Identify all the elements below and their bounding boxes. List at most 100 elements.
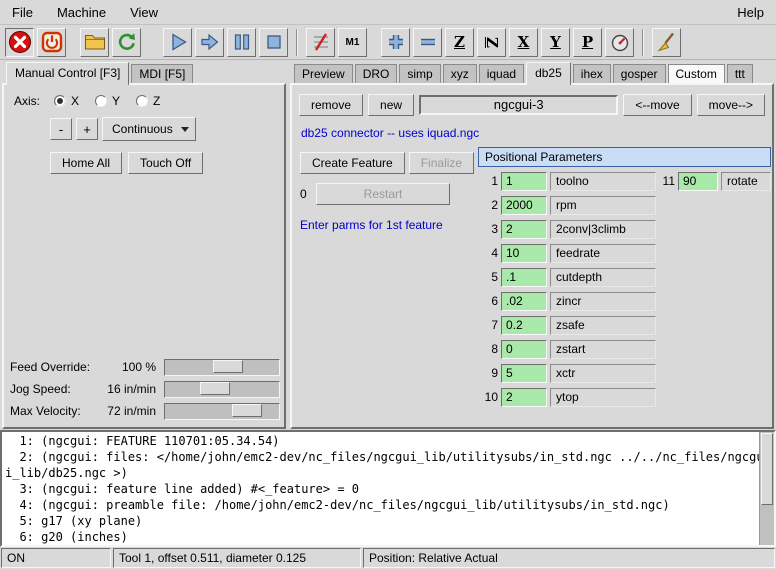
jog-mode-dropdown[interactable]: Continuous: [102, 117, 196, 141]
view-front-button[interactable]: X: [509, 28, 538, 57]
view-top-rotated-z-icon: Z: [484, 37, 499, 48]
radio-indicator-icon: [136, 95, 148, 107]
param-value-entry[interactable]: .02: [501, 292, 547, 311]
step-button[interactable]: [195, 28, 224, 57]
param-row: 322conv|3climb: [478, 217, 771, 241]
chevron-down-icon: [181, 127, 189, 132]
run-button[interactable]: [163, 28, 192, 57]
param-number: 9: [478, 366, 498, 380]
block-delete-button[interactable]: [306, 28, 335, 57]
stop-icon: [262, 30, 286, 54]
remove-button[interactable]: remove: [299, 94, 363, 116]
estop-button[interactable]: [5, 28, 34, 57]
play-icon: [166, 30, 190, 54]
zoom-out-button[interactable]: [413, 28, 442, 57]
move-right-button[interactable]: move-->: [697, 94, 765, 116]
log-line: 5: g17 (xy plane): [5, 513, 756, 529]
jog-minus-button[interactable]: -: [50, 118, 72, 140]
feed-override-slider[interactable]: [164, 359, 280, 376]
max-velocity-slider[interactable]: [164, 403, 280, 420]
right-tab-row: PreviewDROsimpxyziquaddb25ihexgosperCust…: [290, 61, 774, 83]
machine-state-status: ON: [1, 548, 111, 568]
param-number: 7: [478, 318, 498, 332]
optional-stop-button[interactable]: M1: [338, 28, 367, 57]
jog-mode-value: Continuous: [112, 122, 173, 136]
pause-button[interactable]: [227, 28, 256, 57]
slider-thumb[interactable]: [213, 360, 243, 373]
param-name-label: ytop: [550, 388, 656, 407]
axis-radio-z[interactable]: Z: [136, 94, 160, 108]
slider-thumb[interactable]: [200, 382, 230, 395]
restart-button[interactable]: Restart: [316, 183, 450, 205]
log-scrollbar[interactable]: [759, 432, 774, 545]
toolbar-separator: [296, 29, 298, 56]
feature-counter: 0: [300, 187, 310, 201]
tab-db25[interactable]: db25: [526, 62, 571, 85]
menu-help[interactable]: Help: [735, 3, 766, 22]
clear-plot-button[interactable]: [652, 28, 681, 57]
tab-name-entry[interactable]: ngcgui-3: [419, 95, 618, 115]
zoom-in-button[interactable]: [381, 28, 410, 57]
reload-button[interactable]: [112, 28, 141, 57]
gcode-log-area[interactable]: 1: (ngcgui: FEATURE 110701:05.34.54) 2: …: [0, 430, 776, 547]
jog-plus-button[interactable]: +: [76, 118, 98, 140]
stop-button[interactable]: [259, 28, 288, 57]
home-all-button[interactable]: Home All: [50, 152, 122, 174]
tab-manual-control-f3[interactable]: Manual Control [F3]: [6, 62, 129, 85]
parameters-column: Positional Parameters 11toolno1190rotate…: [478, 147, 771, 409]
param-value-entry[interactable]: 2: [501, 220, 547, 239]
tab-mdi-f5[interactable]: MDI [F5]: [131, 64, 193, 83]
param-number: 5: [478, 270, 498, 284]
machine-power-button[interactable]: [37, 28, 66, 57]
tab-ttt[interactable]: ttt: [727, 64, 753, 83]
param-number: 10: [478, 390, 498, 404]
log-line: 3: (ngcgui: feature line added) #<_featu…: [5, 481, 756, 497]
view-side-y-icon: Y: [550, 35, 561, 50]
view-top-rotated-button[interactable]: Z: [477, 28, 506, 57]
tab-xyz[interactable]: xyz: [443, 64, 477, 83]
param-value-entry[interactable]: 0: [501, 340, 547, 359]
tab-simp[interactable]: simp: [399, 64, 440, 83]
tab-ihex[interactable]: ihex: [573, 64, 611, 83]
menu-view[interactable]: View: [128, 3, 160, 22]
tab-dro[interactable]: DRO: [355, 64, 398, 83]
axis-radio-y[interactable]: Y: [95, 94, 120, 108]
param-name-label: rotate: [721, 172, 771, 191]
slider-thumb[interactable]: [232, 404, 262, 417]
move-left-button[interactable]: <--move: [623, 94, 691, 116]
param-value-entry[interactable]: 2000: [501, 196, 547, 215]
home-row: Home All Touch Off: [4, 145, 284, 178]
param-value-entry[interactable]: 90: [678, 172, 718, 191]
param-value-entry[interactable]: 10: [501, 244, 547, 263]
view-top-button[interactable]: Z: [445, 28, 474, 57]
param-value-entry[interactable]: 5: [501, 364, 547, 383]
param-value-entry[interactable]: 2: [501, 388, 547, 407]
open-file-button[interactable]: [80, 28, 109, 57]
new-button[interactable]: new: [368, 94, 414, 116]
param-value-entry[interactable]: .1: [501, 268, 547, 287]
view-perspective-button[interactable]: P: [573, 28, 602, 57]
finalize-button[interactable]: Finalize: [409, 152, 474, 174]
tab-custom[interactable]: Custom: [668, 64, 725, 83]
axis-radio-x[interactable]: X: [54, 94, 79, 108]
param-row: 70.2zsafe: [478, 313, 771, 337]
create-feature-button[interactable]: Create Feature: [300, 152, 405, 174]
jog-row: - + Continuous: [4, 112, 284, 145]
tab-preview[interactable]: Preview: [294, 64, 353, 83]
radio-indicator-icon: [54, 95, 66, 107]
jog-speed-slider[interactable]: [164, 381, 280, 398]
param-number: 2: [478, 198, 498, 212]
view-perspective-p-icon: P: [582, 35, 593, 50]
tab-iquad[interactable]: iquad: [479, 64, 524, 83]
param-value-entry[interactable]: 0.2: [501, 316, 547, 335]
menu-machine[interactable]: Machine: [55, 3, 108, 22]
tab-gosper[interactable]: gosper: [613, 64, 666, 83]
touch-off-button[interactable]: Touch Off: [128, 152, 203, 174]
parameters-rows: 11toolno1190rotate22000rpm322conv|3climb…: [478, 169, 771, 409]
log-scrollbar-thumb[interactable]: [761, 433, 773, 505]
rotate-view-button[interactable]: [605, 28, 634, 57]
param-value-entry[interactable]: 1: [501, 172, 547, 191]
menu-file[interactable]: File: [10, 3, 35, 22]
step-arrow-icon: [198, 30, 222, 54]
view-side-button[interactable]: Y: [541, 28, 570, 57]
